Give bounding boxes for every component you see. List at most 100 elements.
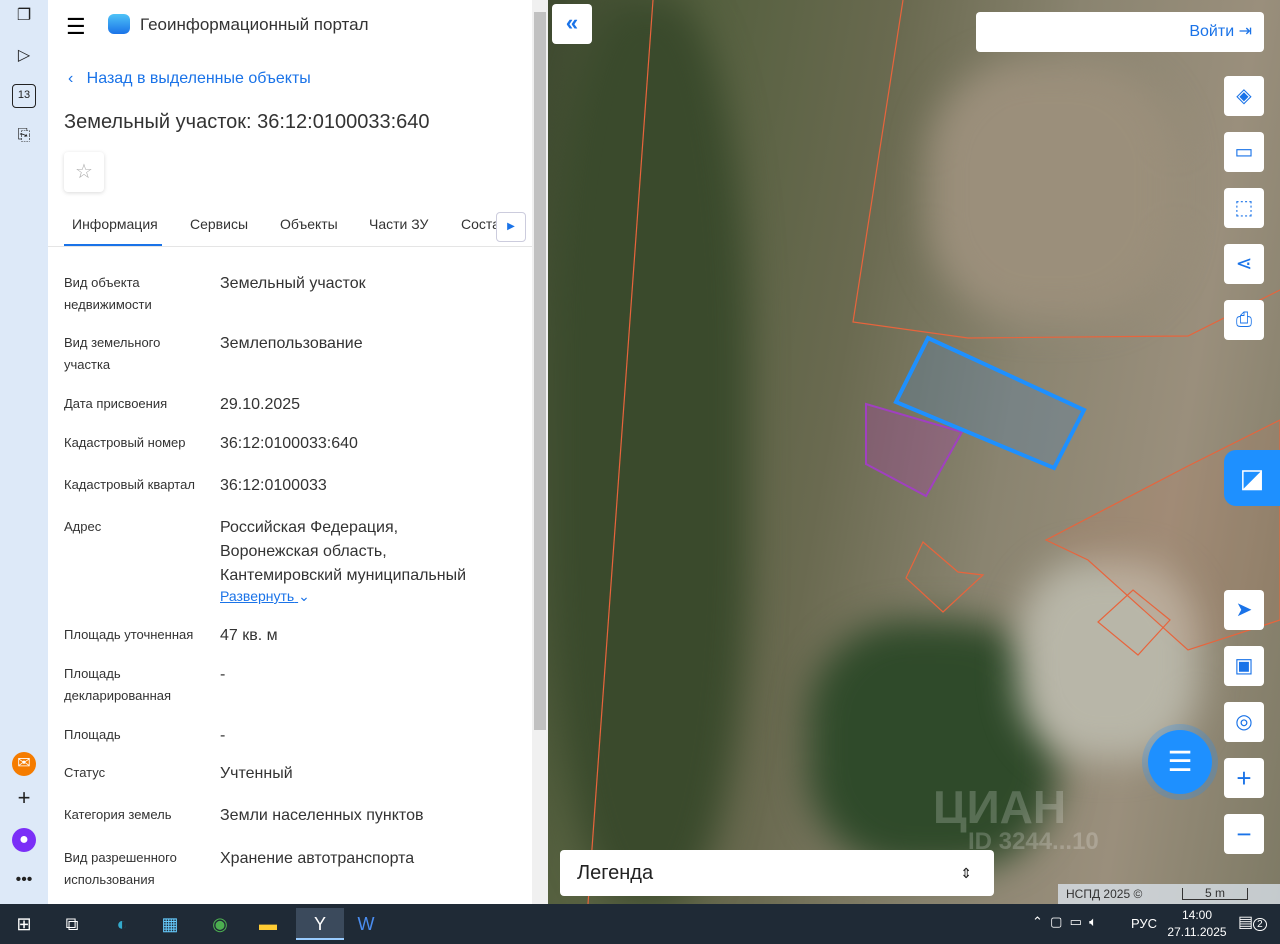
login-button[interactable]: Войти ⇥ (976, 12, 1264, 52)
mail-icon[interactable]: ✉ (12, 752, 36, 776)
tray-icons[interactable]: ⌃ ▢ ▭ 🔈︎ (1032, 914, 1097, 930)
legend-dropdown[interactable]: Легенда ⇕ (560, 850, 994, 896)
field-value: Земельный участок (220, 275, 366, 292)
tabs-scroll-right-button[interactable]: ▶ (496, 212, 526, 242)
chevron-updown-icon: ⇕ (960, 865, 972, 881)
field-value: Учтенный (220, 765, 293, 782)
tab-objects[interactable]: Объекты (280, 216, 338, 232)
field-label: Вид объекта недвижимости (64, 275, 152, 312)
plus-icon: + (1236, 763, 1252, 793)
expand-address-link[interactable]: Развернуть ⌄ (220, 588, 310, 605)
zoom-in-button[interactable]: + (1224, 758, 1264, 798)
alice-icon[interactable]: ● (12, 828, 36, 852)
field-label: Площадь уточненная (64, 627, 194, 642)
app-title: Геоинформационный портал (140, 15, 369, 34)
collections-icon[interactable]: ❐ (12, 4, 36, 28)
field-label: Дата присвоения (64, 396, 168, 411)
more-icon[interactable]: ••• (12, 868, 36, 892)
field-value: Землепользование (220, 335, 363, 352)
zoom-out-button[interactable]: − (1224, 814, 1264, 854)
field-value: 36:12:0100033 (220, 477, 327, 494)
collapse-panel-button[interactable]: « (552, 4, 592, 44)
browser-sidebar: ❐ ▷ 13 ⎘ ✉ + ● ••• (0, 0, 48, 904)
field-label: Площадь (64, 727, 121, 742)
store-icon[interactable]: ▦ (150, 908, 190, 940)
scale-bar: 5 m (1182, 887, 1248, 900)
widget-icon: ◪ (1239, 463, 1265, 493)
attribution: НСПД 2025 © (1066, 887, 1143, 901)
field-label: Адрес (64, 519, 102, 534)
chat-button[interactable]: ☰ (1148, 730, 1212, 794)
add-icon[interactable]: + (12, 786, 36, 810)
field-value: - (220, 666, 226, 683)
notification-count: 2 (1253, 918, 1267, 931)
map-footer: НСПД 2025 © 5 m (1058, 884, 1280, 904)
ruler-icon: ▭ (1234, 141, 1254, 163)
search-location-button[interactable]: ◎ (1224, 702, 1264, 742)
field-label: Вид земельного участка (64, 335, 161, 372)
scrollbar-thumb[interactable] (534, 12, 546, 730)
tab-parts[interactable]: Части ЗУ (369, 216, 428, 232)
info-panel: ☰ Геоинформационный портал ‹ Назад в выд… (48, 0, 532, 904)
panel-scrollbar[interactable] (532, 0, 548, 904)
parcel-boundary (905, 541, 985, 613)
windows-start-icon[interactable]: ⊞ (4, 908, 44, 940)
map-view[interactable]: ЦИАН ID 3244...10 « Войти ⇥ ◈ ▭ ⬚ ⋖ ⎙ ◪ … (548, 0, 1280, 904)
field-label: Вид разрешенного использования (64, 850, 177, 887)
location-search-icon: ◎ (1235, 711, 1253, 733)
field-value: 47 кв. м (220, 627, 278, 644)
login-icon: ⇥ (1238, 23, 1252, 40)
field-label: Категория земель (64, 807, 172, 822)
tab-services[interactable]: Сервисы (190, 216, 248, 232)
portal-logo-icon (108, 14, 130, 34)
notifications-icon[interactable]: ▤ 2 (1238, 912, 1267, 932)
navigation-icon: ➤ (1235, 599, 1253, 621)
edge-icon[interactable]: ◐ (102, 908, 142, 940)
time: 14:00 (1181, 908, 1213, 922)
field-label: Площадь декларированная (64, 666, 172, 703)
layers-button[interactable]: ◈ (1224, 76, 1264, 116)
field-label: Статус (64, 765, 106, 780)
parcel-boundary (587, 0, 654, 904)
clock[interactable]: 14:00 27.11.2025 (1166, 907, 1228, 941)
select-area-button[interactable]: ⬚ (1224, 188, 1264, 228)
chevron-left-icon: ‹ (68, 70, 74, 87)
field-value: 29.10.2025 (220, 396, 301, 413)
divider (48, 246, 532, 247)
share-button[interactable]: ⋖ (1224, 244, 1264, 284)
play-icon[interactable]: ▷ (12, 44, 36, 68)
screenshot-icon[interactable]: ⎘ (12, 124, 36, 148)
field-value: Земли населенных пунктов (220, 807, 424, 824)
language-indicator[interactable]: РУС (1131, 916, 1157, 931)
layers-icon: ◈ (1236, 85, 1252, 107)
task-view-icon[interactable]: ⧉ (52, 908, 92, 940)
minimap-button[interactable]: ▣ (1224, 646, 1264, 686)
share-icon: ⋖ (1235, 253, 1253, 275)
explorer-icon[interactable]: ▬ (248, 908, 288, 940)
ruler-button[interactable]: ▭ (1224, 132, 1264, 172)
menu-icon[interactable]: ☰ (66, 14, 86, 40)
back-link[interactable]: ‹ Назад в выделенные объекты (68, 70, 311, 88)
chevron-down-icon: ⌄ (298, 588, 310, 604)
yandex-browser-icon[interactable]: Y (296, 908, 344, 940)
print-icon: ⎙ (1236, 309, 1252, 331)
side-widget-button[interactable]: ◪ (1224, 450, 1280, 506)
geolocation-button[interactable]: ➤ (1224, 590, 1264, 630)
favorite-star-button[interactable]: ☆ (64, 152, 104, 192)
chrome-icon[interactable]: ◉ (200, 908, 240, 940)
chat-icon: ☰ (1167, 746, 1193, 777)
tab-info[interactable]: Информация (72, 216, 158, 232)
field-value: Хранение автотранспорта (220, 850, 415, 867)
minus-icon: − (1236, 819, 1252, 849)
field-label: Кадастровый квартал (64, 477, 195, 492)
field-value: 36:12:0100033:640 (220, 435, 358, 452)
tab-composition[interactable]: Состав (461, 216, 501, 232)
page-title: Земельный участок: 36:12:0100033:640 (64, 111, 430, 133)
cian-watermark: ЦИАН (933, 781, 1067, 833)
field-value: Российская Федерация, Воронежская област… (220, 519, 467, 584)
word-icon[interactable]: W (346, 908, 386, 940)
print-button[interactable]: ⎙ (1224, 300, 1264, 340)
calendar-icon[interactable]: 13 (12, 84, 36, 108)
field-label: Кадастровый номер (64, 435, 186, 450)
date: 27.11.2025 (1167, 925, 1227, 939)
